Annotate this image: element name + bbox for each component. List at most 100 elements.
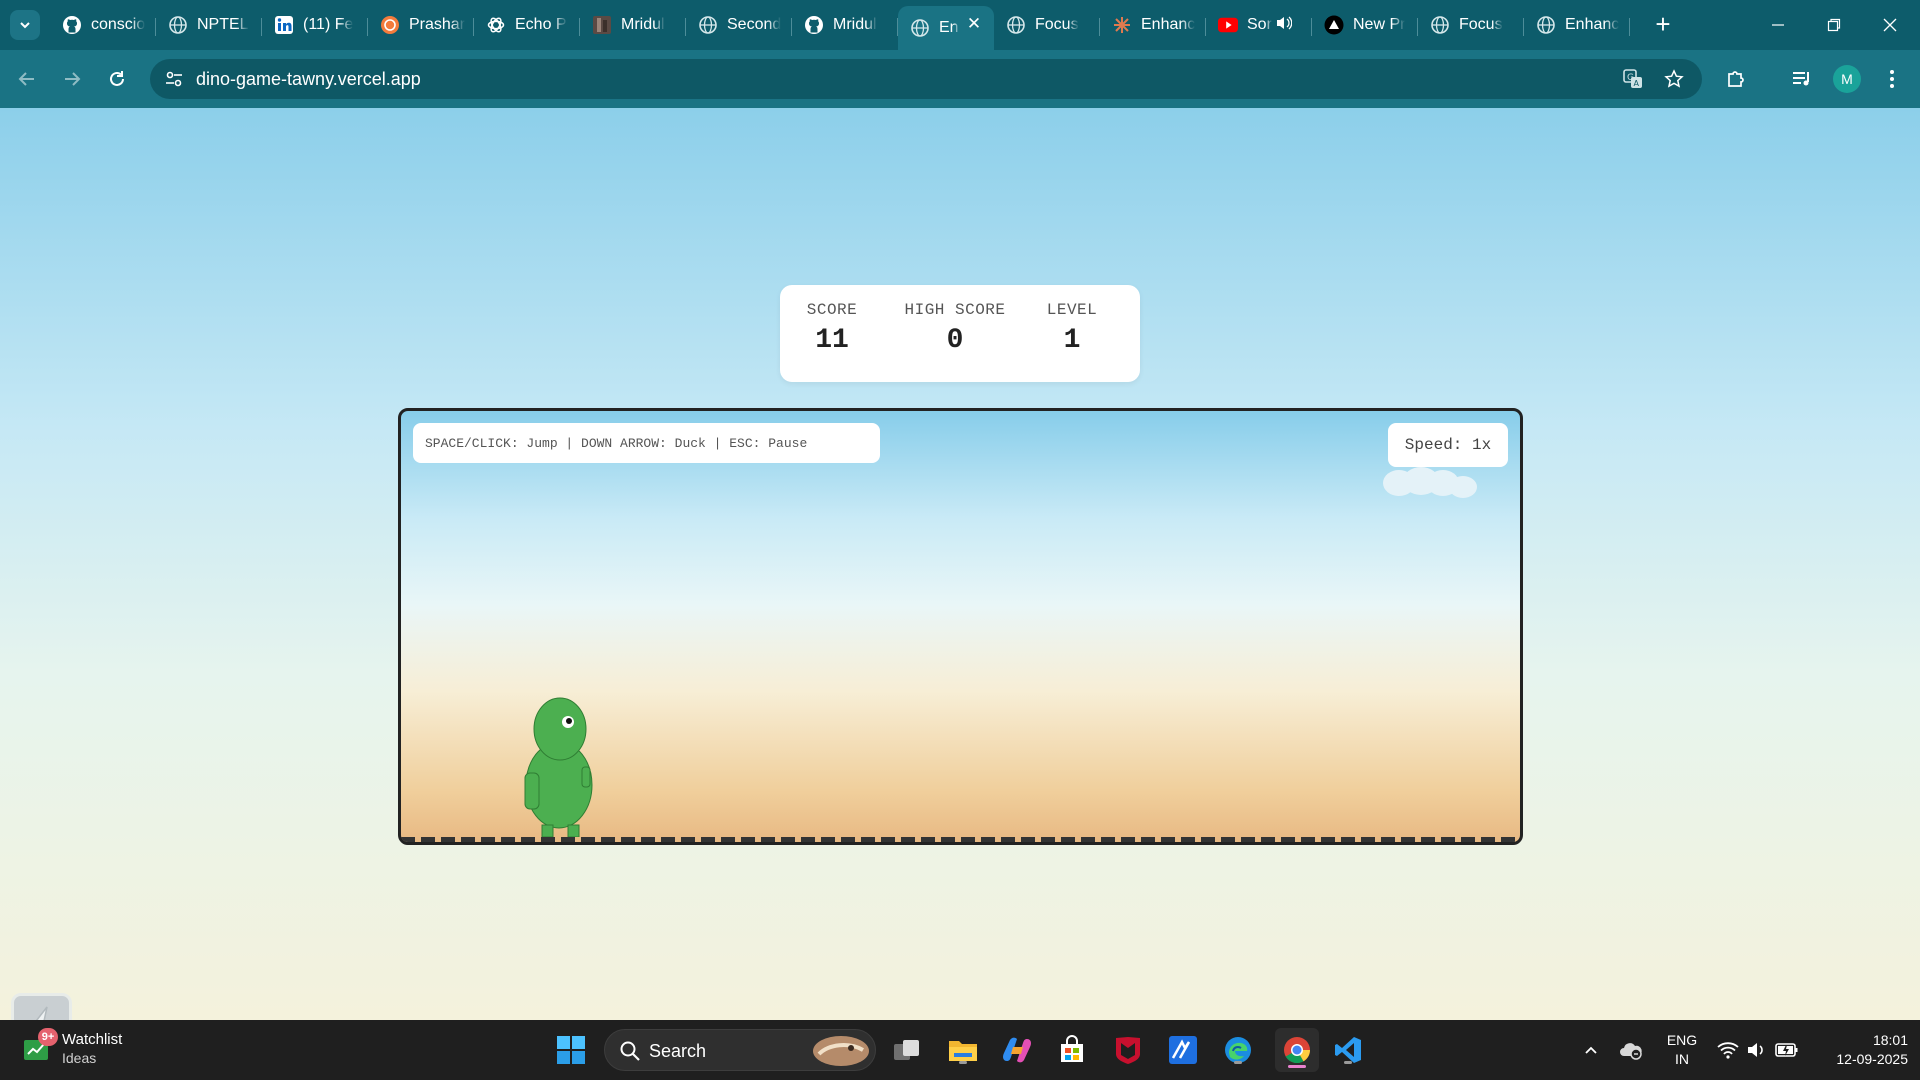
vscode-button[interactable] [1330,1032,1366,1068]
tab-14[interactable]: Enhanc [1524,6,1630,44]
tab-9[interactable]: Focus [994,6,1100,44]
tab-title: NPTEL [197,16,249,33]
tab-list: conscio NPTEL (11) Fe Prashar Echo P Mridul Se… [50,6,1630,50]
forward-button[interactable] [55,62,89,96]
close-tab-icon[interactable]: ✕ [966,15,982,32]
tab-12[interactable]: New Pr [1312,6,1418,44]
tab-4[interactable]: Echo P [474,6,580,44]
tab-7[interactable]: Mridul [792,6,898,44]
score-stat: SCORE 11 [804,301,860,356]
restore-button[interactable] [1806,0,1862,50]
clock-time: 18:01 [1872,1032,1908,1048]
tab-title: Focus [1459,16,1503,33]
translate-button[interactable]: GA [1616,62,1650,96]
wifi-status[interactable] [1713,1032,1743,1068]
openai-icon [486,15,506,35]
battery-status[interactable] [1770,1032,1804,1068]
controls-hint: SPACE/CLICK: Jump | DOWN ARROW: Duck | E… [413,423,880,463]
high-score-stat: HIGH SCORE 0 [902,301,1008,356]
widgets-button[interactable]: 9+ Watchlist Ideas [22,1028,123,1068]
game-canvas[interactable]: SPACE/CLICK: Jump | DOWN ARROW: Duck | E… [398,408,1523,845]
tab-title: Enhanc [1565,16,1620,33]
github-icon [804,15,824,35]
tab-3[interactable]: Prashar [368,6,474,44]
windows-logo-icon [557,1036,585,1064]
edge-button[interactable] [1220,1032,1256,1068]
tab-separator [1629,18,1630,36]
volume-status[interactable] [1742,1032,1770,1068]
store-icon [1061,1035,1083,1062]
tab-search-button[interactable] [10,10,40,40]
speaker-icon [1748,1043,1763,1057]
clock[interactable]: 18:01 12-09-2025 [1812,1031,1908,1069]
new-tab-button[interactable]: + [1650,11,1676,38]
copilot-icon [1003,1037,1031,1063]
clock-date: 12-09-2025 [1836,1051,1908,1067]
minimize-button[interactable] [1750,0,1806,50]
speed-indicator: Speed: 1x [1388,423,1508,467]
language-code: ENG [1666,1032,1698,1048]
reload-icon [110,71,124,86]
tab-8[interactable]: En ✕ [898,6,994,50]
globe-icon [910,18,930,38]
tab-title: conscio [91,16,146,33]
onedrive-button[interactable] [1614,1032,1648,1068]
more-vertical-icon [1890,70,1894,88]
globe-icon [1430,15,1450,35]
task-view-button[interactable] [889,1032,925,1068]
show-hidden-icons-button[interactable] [1574,1032,1608,1068]
task-view-icon [894,1040,919,1060]
svg-text:A: A [1634,79,1640,88]
tab-title: Focus [1035,16,1079,33]
site-info-icon[interactable] [162,67,186,91]
search-icon [620,1041,640,1061]
extensions-button[interactable] [1719,62,1753,96]
restore-icon [1827,18,1841,32]
copilot-button[interactable] [999,1032,1035,1068]
taskbar-search[interactable]: Search [604,1029,876,1071]
back-button[interactable] [10,62,44,96]
tab-1[interactable]: NPTEL [156,6,262,44]
tab-title: (11) Fe [303,16,354,33]
github-icon [62,15,82,35]
reload-button[interactable] [100,62,134,96]
vercel-icon [1324,15,1344,35]
language-indicator[interactable]: ENG IN [1664,1031,1700,1069]
vpn-app-button[interactable] [1165,1032,1201,1068]
audio-playing-icon[interactable] [1276,16,1293,35]
tab-2[interactable]: (11) Fe [262,6,368,44]
windows-taskbar: 9+ Watchlist Ideas Search ENG IN 18:01 1… [0,1020,1920,1080]
media-control-button[interactable] [1785,62,1819,96]
widget-title: Watchlist [62,1031,123,1048]
start-button[interactable] [553,1032,589,1068]
profile-avatar[interactable]: M [1833,65,1861,93]
file-explorer-button[interactable] [945,1032,981,1068]
tab-6[interactable]: Second [686,6,792,44]
mcafee-button[interactable] [1110,1032,1146,1068]
menu-button[interactable] [1875,62,1909,96]
tab-0[interactable]: conscio [50,6,156,44]
close-window-button[interactable] [1862,0,1918,50]
address-bar[interactable]: dino-game-tawny.vercel.app GA [150,59,1702,99]
chrome-button[interactable] [1275,1028,1319,1072]
tab-5[interactable]: Mridul [580,6,686,44]
score-value: 11 [815,325,849,356]
cloud-icon [1383,467,1477,498]
score-label: SCORE [806,301,858,319]
tab-10[interactable]: Enhanc [1100,6,1206,44]
chevron-up-icon [1585,1046,1597,1054]
microsoft-store-button[interactable] [1054,1032,1090,1068]
mcafee-shield-icon [1116,1037,1140,1064]
search-label: Search [649,1041,707,1061]
tab-11[interactable]: Sor [1206,6,1312,44]
app-logo-icon [1169,1036,1197,1064]
arrow-left-icon [18,72,34,86]
tab-13[interactable]: Focus [1418,6,1524,44]
tab-title: New Pr [1353,16,1406,33]
tab-title: Mridul [833,16,877,33]
high-score-value: 0 [946,325,964,356]
url-text[interactable]: dino-game-tawny.vercel.app [196,69,421,90]
bookmark-button[interactable] [1657,62,1691,96]
wifi-icon [1717,1042,1739,1059]
globe-icon [1536,15,1556,35]
